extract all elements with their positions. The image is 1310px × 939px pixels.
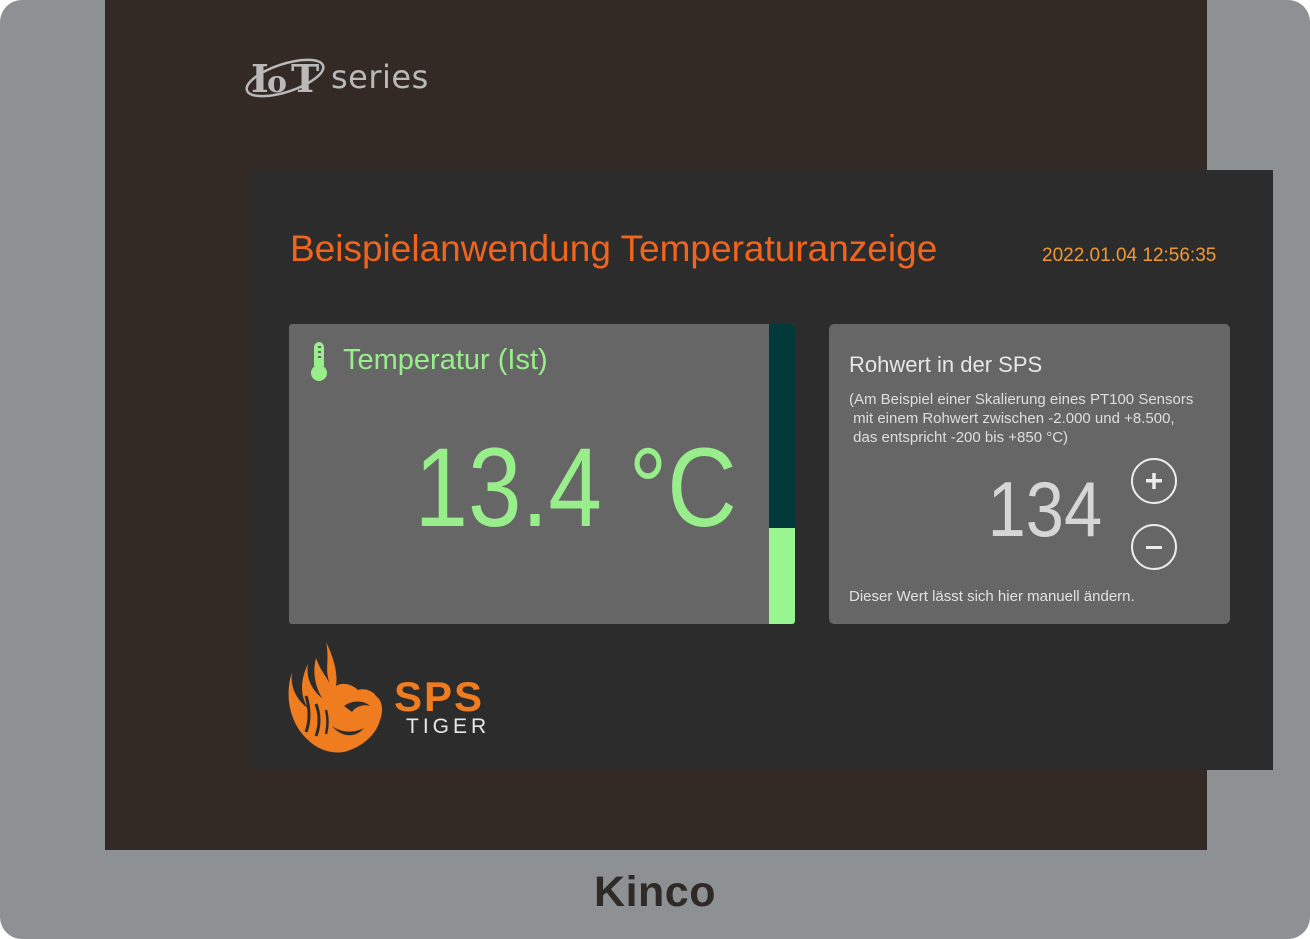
raw-value-title: Rohwert in der SPS [849,352,1043,377]
temperature-value: 13.4 °C [414,425,737,550]
raw-value-number[interactable]: 134 [987,470,1102,548]
device-bezel: I o T series Beispielanwendung Temperatu… [105,0,1273,850]
temperature-panel: Temperatur (Ist) 13.4 °C [289,324,795,624]
decrement-button[interactable] [1131,524,1177,570]
logo-sps-text: SPS [394,673,485,720]
increment-button[interactable] [1131,458,1177,504]
raw-value-panel: Rohwert in der SPS (Am Beispiel einer Sk… [829,324,1230,624]
svg-text:o: o [267,65,287,100]
tiger-logo-icon [288,642,383,753]
temperature-label: Temperatur (Ist) [343,344,548,376]
svg-text:T: T [291,56,319,101]
series-label: series [331,58,429,96]
page-title: Beispielanwendung Temperaturanzeige [290,228,938,269]
plus-icon [1146,473,1162,489]
temperature-bar [769,324,795,624]
minus-icon [1146,546,1162,549]
raw-value-note: Dieser Wert lässt sich hier manuell ände… [849,588,1135,605]
manufacturer-logo: Kinco [594,868,716,916]
hmi-screen: Beispielanwendung Temperaturanzeige 2022… [250,170,1273,770]
thermometer-icon [311,342,327,381]
datetime-display: 2022.01.04 12:56:35 [1042,245,1217,266]
raw-value-description: (Am Beispiel einer Skalierung eines PT10… [849,391,1194,446]
temperature-bar-fill [769,528,795,624]
hmi-device: I o T series Beispielanwendung Temperatu… [0,0,1310,939]
logo-tiger-text: TIGER [406,715,491,738]
